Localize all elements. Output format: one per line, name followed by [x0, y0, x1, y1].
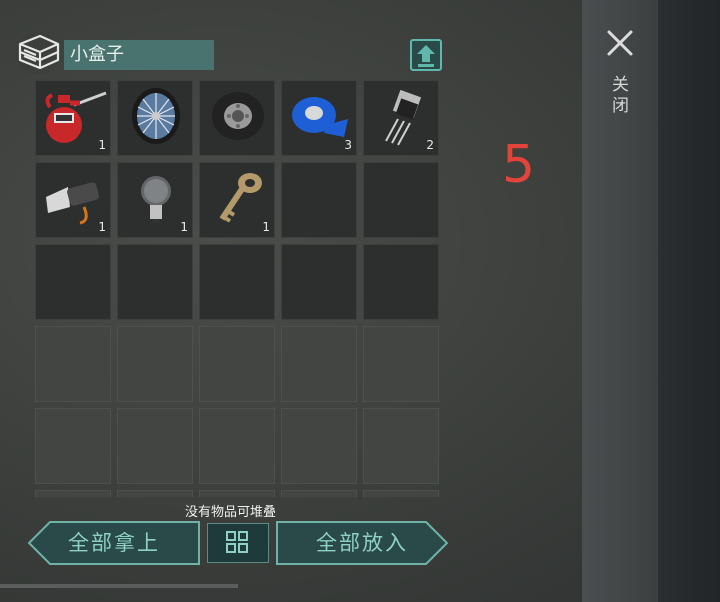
item-count: 1 — [98, 138, 106, 152]
sort-upload-icon[interactable] — [409, 38, 443, 72]
inventory-slot-duct-tape[interactable]: 3 — [281, 80, 357, 156]
inventory-slot[interactable] — [199, 244, 275, 320]
inventory-slot-locked — [117, 408, 193, 484]
inventory-slot-locked — [117, 326, 193, 402]
item-count: 1 — [98, 220, 106, 234]
grid-stack-icon — [226, 531, 248, 553]
inventory-slot-oil-can[interactable]: 1 — [35, 80, 111, 156]
inventory-slot[interactable] — [35, 244, 111, 320]
item-count: 2 — [426, 138, 434, 152]
inventory-slot[interactable] — [281, 162, 357, 238]
inventory-slot-locked — [363, 326, 439, 402]
inventory-slot-flashlight[interactable]: 1 — [35, 162, 111, 238]
inventory-slot-locked — [199, 490, 275, 497]
item-count: 3 — [344, 138, 352, 152]
inventory-slot-locked — [35, 326, 111, 402]
inventory-slot-locked — [281, 326, 357, 402]
countdown-timer: 5 — [502, 135, 536, 195]
inventory-slot-locked — [363, 408, 439, 484]
item-count: 1 — [180, 220, 188, 234]
inventory-grid: 1 3 2 1 1 1 — [35, 80, 445, 497]
inventory-slot[interactable] — [363, 162, 439, 238]
inventory-slot-locked — [199, 408, 275, 484]
inventory-slot-key[interactable]: 1 — [199, 162, 275, 238]
inventory-slot-locked — [363, 490, 439, 497]
take-all-button[interactable]: 全部拿上 — [28, 521, 200, 565]
wheel-icon — [132, 88, 180, 144]
stack-hint: 没有物品可堆叠 — [185, 505, 277, 520]
item-count: 1 — [262, 220, 270, 234]
container-title[interactable]: 小盒子 — [64, 40, 214, 70]
inventory-slot-tire[interactable] — [199, 80, 275, 156]
inventory-slot-locked — [199, 326, 275, 402]
inventory-slot[interactable] — [363, 244, 439, 320]
inventory-slot-locked — [281, 408, 357, 484]
stack-button[interactable] — [207, 523, 269, 563]
inventory-slot-locked — [117, 490, 193, 497]
far-right-bg — [658, 0, 720, 602]
inventory-slot[interactable] — [117, 244, 193, 320]
inventory-slot[interactable] — [281, 244, 357, 320]
inventory-slot-light-bulb[interactable]: 1 — [117, 162, 193, 238]
put-all-button[interactable]: 全部放入 — [276, 521, 448, 565]
inventory-slot-wheel[interactable] — [117, 80, 193, 156]
scrollbar[interactable] — [0, 584, 238, 588]
close-icon[interactable] — [603, 26, 637, 60]
box-stack-icon — [16, 31, 60, 75]
inventory-slot-locked — [35, 490, 111, 497]
put-all-label: 全部放入 — [316, 531, 408, 555]
inventory-slot-transistor[interactable]: 2 — [363, 80, 439, 156]
take-all-label: 全部拿上 — [68, 531, 160, 555]
inventory-slot-locked — [35, 408, 111, 484]
close-label[interactable]: 关闭 — [608, 75, 631, 117]
tire-icon — [212, 92, 264, 140]
inventory-slot-locked — [281, 490, 357, 497]
